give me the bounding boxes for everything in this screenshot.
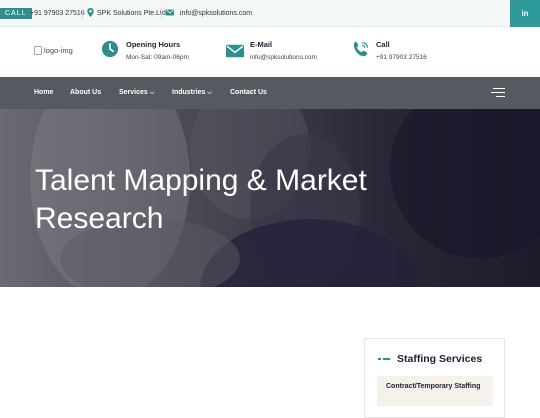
hours-title: Opening Hours bbox=[126, 40, 181, 49]
sidebar-title: Staffing Services bbox=[397, 353, 483, 365]
email-title: E-Mail bbox=[250, 40, 273, 49]
title-accent-icon bbox=[378, 358, 390, 360]
main-nav: Home About Us Services ⌵ Industries ⌵ Co… bbox=[0, 77, 540, 109]
email-icon bbox=[226, 44, 244, 58]
nav-item-home[interactable]: Home bbox=[34, 89, 53, 96]
top-bar: CALL +91 97903 27516 SPK Solutions Pte.L… bbox=[0, 0, 540, 27]
hours-value: Mon-Sat: 09am-06pm bbox=[126, 54, 189, 61]
hamburger-menu-icon[interactable] bbox=[491, 88, 505, 98]
logo-alt-text: logo-img bbox=[44, 46, 73, 55]
linkedin-icon[interactable]: in bbox=[510, 0, 540, 27]
location-pin-icon bbox=[87, 8, 94, 17]
email-value[interactable]: info@spksolutions.com bbox=[250, 54, 317, 61]
nav-item-industries-label: Industries bbox=[172, 89, 206, 96]
call-title: Call bbox=[376, 40, 390, 49]
nav-item-contact[interactable]: Contact Us bbox=[230, 89, 267, 96]
page-title: Talent Mapping & Market Research bbox=[35, 164, 367, 235]
divider bbox=[161, 7, 162, 20]
nav-item-about[interactable]: About Us bbox=[70, 89, 101, 96]
logo[interactable]: logo-img bbox=[34, 46, 73, 55]
phone-icon bbox=[353, 41, 368, 57]
nav-item-services[interactable]: Services ⌵ bbox=[119, 89, 154, 97]
call-badge: CALL bbox=[0, 8, 32, 19]
topbar-phone[interactable]: +91 97903 27516 bbox=[30, 9, 85, 18]
chevron-down-icon: ⌵ bbox=[207, 90, 212, 96]
sidebar-item-contract-staffing[interactable]: Contract/Temporary Staffing bbox=[377, 376, 493, 406]
call-value[interactable]: +91 97903 27516 bbox=[376, 54, 427, 61]
topbar-location: SPK Solutions Pte.Ltd bbox=[97, 10, 166, 17]
header: logo-img Opening Hours Mon-Sat: 09am-06p… bbox=[0, 27, 540, 77]
nav-item-services-label: Services bbox=[119, 89, 148, 96]
hero-banner: Talent Mapping & Market Research bbox=[0, 109, 540, 287]
services-sidebar: Staffing Services Contract/Temporary Sta… bbox=[364, 338, 505, 418]
broken-image-icon bbox=[34, 46, 42, 55]
clock-icon bbox=[101, 40, 119, 58]
topbar-email[interactable]: info@spksolutions.com bbox=[180, 9, 252, 18]
nav-item-industries[interactable]: Industries ⌵ bbox=[172, 89, 212, 97]
chevron-down-icon: ⌵ bbox=[149, 90, 155, 96]
envelope-icon bbox=[166, 9, 174, 16]
divider bbox=[82, 7, 83, 20]
